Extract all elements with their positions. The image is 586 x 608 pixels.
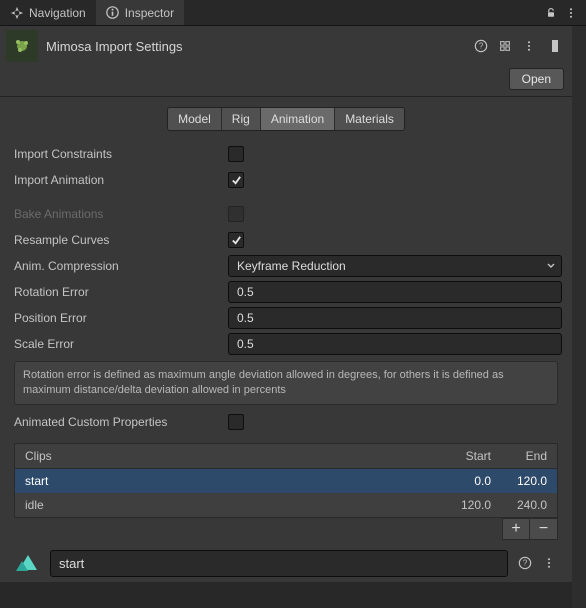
chevron-down-icon bbox=[547, 259, 555, 273]
clips-col-end: End bbox=[491, 449, 547, 463]
tab-rig[interactable]: Rig bbox=[222, 108, 261, 130]
tab-animation[interactable]: Animation bbox=[261, 108, 335, 130]
tab-model[interactable]: Model bbox=[168, 108, 222, 130]
asset-title: Mimosa Import Settings bbox=[46, 39, 472, 54]
kebab-icon[interactable] bbox=[562, 4, 580, 22]
dropdown-anim-compression-value: Keyframe Reduction bbox=[237, 259, 346, 273]
kebab-icon[interactable] bbox=[520, 37, 538, 55]
top-tabs: Navigation Inspector bbox=[0, 0, 586, 26]
label-position-error: Position Error bbox=[10, 311, 228, 325]
tab-navigation[interactable]: Navigation bbox=[0, 0, 96, 25]
label-scale-error: Scale Error bbox=[10, 337, 228, 351]
animation-clip-icon bbox=[14, 551, 42, 575]
checkbox-import-constraints[interactable] bbox=[228, 146, 244, 162]
clip-row[interactable]: idle 120.0 240.0 bbox=[15, 493, 557, 517]
asset-thumbnail bbox=[6, 30, 38, 62]
inspector-main: Mimosa Import Settings ? Open Model Rig … bbox=[0, 26, 572, 582]
label-resample-curves: Resample Curves bbox=[10, 233, 228, 247]
label-animated-custom-properties: Animated Custom Properties bbox=[10, 415, 228, 429]
open-button[interactable]: Open bbox=[509, 68, 564, 90]
clip-start: 0.0 bbox=[435, 474, 491, 488]
asset-header: Mimosa Import Settings ? bbox=[0, 26, 572, 66]
clip-start: 120.0 bbox=[435, 498, 491, 512]
label-import-animation: Import Animation bbox=[10, 173, 228, 187]
clip-name-input[interactable]: start bbox=[50, 550, 508, 577]
navigation-icon bbox=[10, 6, 24, 20]
label-rotation-error: Rotation Error bbox=[10, 285, 228, 299]
properties: Import Constraints Import Animation Bake… bbox=[0, 139, 572, 582]
input-rotation-error[interactable]: 0.5 bbox=[228, 281, 562, 303]
help-icon[interactable]: ? bbox=[472, 37, 490, 55]
clip-end: 240.0 bbox=[491, 498, 547, 512]
clips-col-name: Clips bbox=[25, 449, 435, 463]
error-hint: Rotation error is defined as maximum ang… bbox=[14, 361, 558, 405]
clip-edit-row: start ? bbox=[14, 550, 558, 577]
label-import-constraints: Import Constraints bbox=[10, 147, 228, 161]
input-position-error[interactable]: 0.5 bbox=[228, 307, 562, 329]
label-anim-compression: Anim. Compression bbox=[10, 259, 228, 273]
help-icon[interactable]: ? bbox=[516, 554, 534, 572]
scrollbar[interactable] bbox=[572, 26, 586, 608]
tab-navigation-label: Navigation bbox=[29, 6, 86, 20]
expand-icon[interactable] bbox=[546, 37, 564, 55]
clip-name: start bbox=[25, 474, 435, 488]
svg-text:?: ? bbox=[479, 42, 484, 51]
checkbox-bake-animations bbox=[228, 206, 244, 222]
tab-materials[interactable]: Materials bbox=[335, 108, 404, 130]
label-bake-animations: Bake Animations bbox=[10, 207, 228, 221]
svg-text:?: ? bbox=[523, 559, 528, 568]
lock-icon[interactable] bbox=[542, 4, 560, 22]
input-scale-error[interactable]: 0.5 bbox=[228, 333, 562, 355]
dropdown-anim-compression[interactable]: Keyframe Reduction bbox=[228, 255, 562, 277]
import-tabs: Model Rig Animation Materials bbox=[0, 97, 572, 139]
add-clip-button[interactable]: + bbox=[502, 518, 530, 540]
tab-inspector-label: Inspector bbox=[125, 6, 174, 20]
tab-inspector[interactable]: Inspector bbox=[96, 0, 184, 25]
checkbox-import-animation[interactable] bbox=[228, 172, 244, 188]
clips-list: Clips Start End start 0.0 120.0 idle 120… bbox=[14, 443, 558, 540]
checkbox-resample-curves[interactable] bbox=[228, 232, 244, 248]
clip-name: idle bbox=[25, 498, 435, 512]
clip-end: 120.0 bbox=[491, 474, 547, 488]
checkbox-animated-custom-properties[interactable] bbox=[228, 414, 244, 430]
remove-clip-button[interactable]: − bbox=[530, 518, 558, 540]
kebab-icon[interactable] bbox=[540, 554, 558, 572]
clips-col-start: Start bbox=[435, 449, 491, 463]
info-icon bbox=[106, 6, 120, 20]
clip-row[interactable]: start 0.0 120.0 bbox=[15, 469, 557, 493]
preset-icon[interactable] bbox=[496, 37, 514, 55]
